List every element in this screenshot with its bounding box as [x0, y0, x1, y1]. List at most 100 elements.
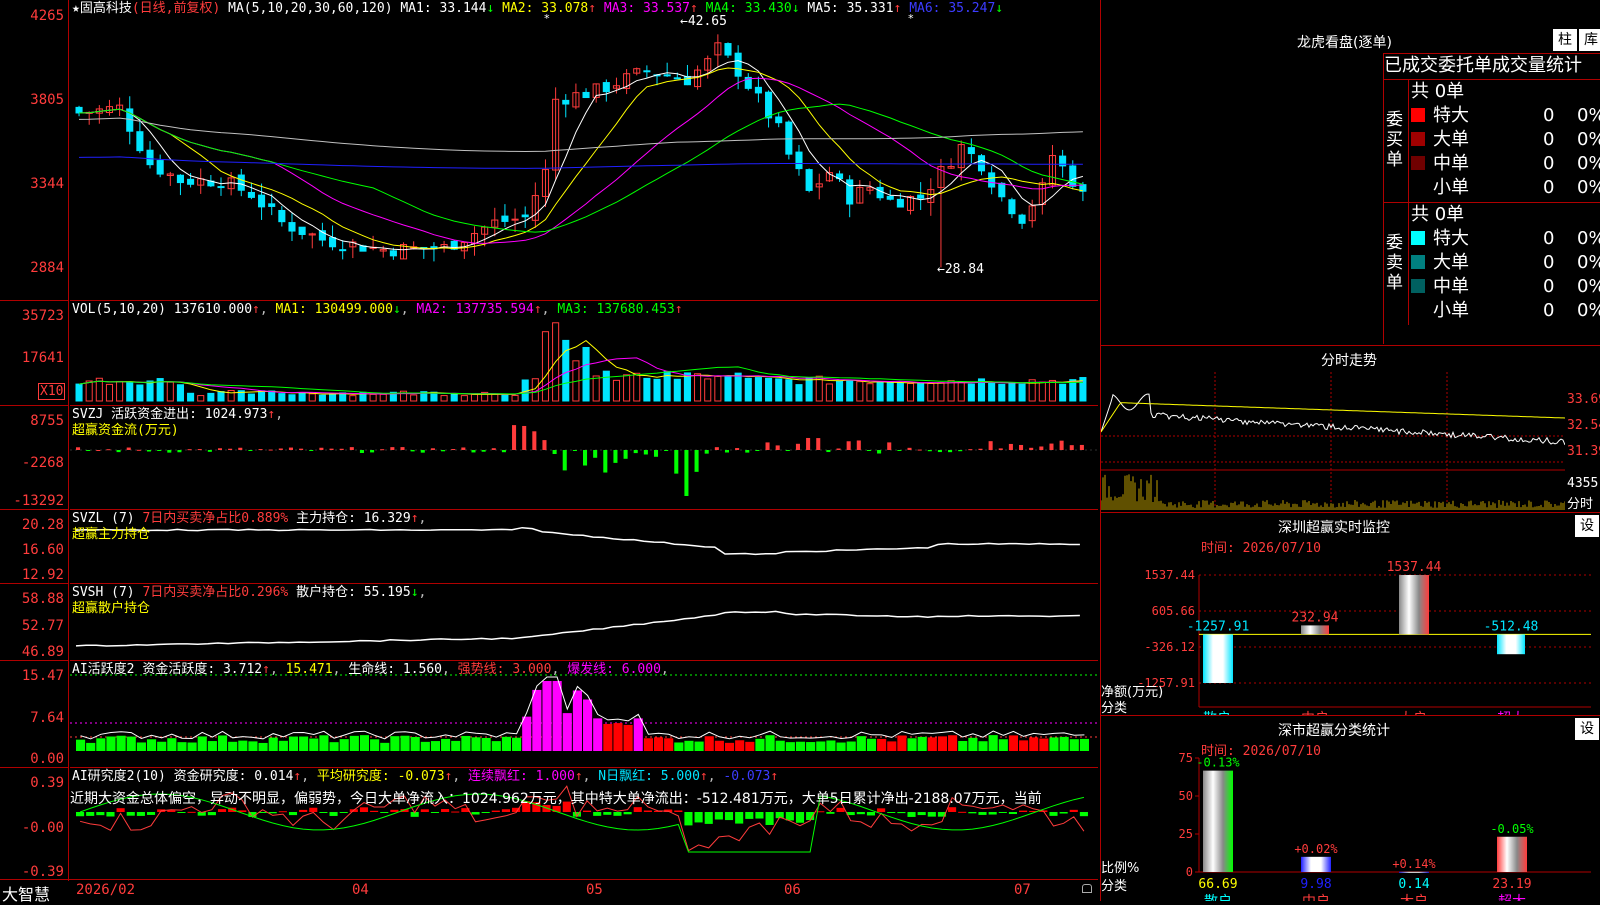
sz-monitor-title: 深圳超赢实时监控	[1278, 520, 1390, 536]
volume-bar	[278, 393, 286, 402]
flow-bar	[806, 437, 811, 450]
lhb-table: 已成交委托单成交量统计 委买单 共 0单 特大00% 大单00% 中单00% 小…	[1383, 53, 1600, 344]
flow-bar	[917, 449, 922, 451]
flow-bar	[461, 447, 466, 450]
flow-bar	[856, 440, 861, 450]
fenshi-panel[interactable]: 分时走势 33.69 32.54 31.39 4355 分时	[1100, 345, 1600, 513]
candle	[754, 86, 762, 94]
research-bar	[603, 812, 612, 815]
flow-bar	[704, 450, 709, 454]
research-bar	[390, 809, 399, 812]
activity-bar	[664, 738, 674, 751]
volume-bar	[1059, 383, 1067, 402]
buy-row-xl: 特大00%	[1411, 104, 1600, 128]
research-bar	[187, 811, 196, 813]
flow-bar	[978, 448, 983, 450]
sz-monitor-panel[interactable]: 深圳超赢实时监控 设 时间: 2026/07/10 1537.44 605.66-…	[1100, 512, 1600, 716]
y-tick: 605.66	[1152, 604, 1195, 618]
activity-bar	[998, 739, 1008, 751]
x-label: 05	[586, 882, 603, 898]
sz-monitor-chart[interactable]: 1537.44605.66-326.12-1257.91-1257.91散户23…	[1101, 535, 1600, 715]
volume-bar	[440, 395, 448, 402]
activity-bar	[968, 737, 978, 751]
ai1-axis: 15.47 7.64 0.00	[0, 660, 69, 768]
kline-chart[interactable]: * *	[70, 0, 1098, 299]
activity-bar	[1059, 736, 1069, 751]
svsh-axis: 58.88 52.77 46.89	[0, 583, 69, 661]
flow-bar	[258, 449, 263, 451]
activity-bar	[349, 735, 359, 751]
change-label: -0.05%	[1490, 822, 1534, 836]
activity-bar	[572, 690, 582, 751]
sz-monitor-settings-button[interactable]: 设	[1575, 515, 1599, 537]
volume-bar	[258, 390, 266, 402]
fenshi-vol-tick: 4355	[1567, 476, 1599, 491]
research-bar	[471, 812, 480, 815]
flow-bar	[816, 438, 821, 450]
flow-bar	[735, 448, 740, 450]
y-tick: 1537.44	[1144, 568, 1195, 582]
vol-panel[interactable]: VOL(5,10,20) 137610.000↑, MA1: 130499.00…	[70, 300, 1098, 405]
flow-bar	[1079, 444, 1084, 450]
ma-line-1	[78, 60, 1084, 251]
x-axis: 大智慧 2026/02 04 05 06 07	[0, 879, 1098, 904]
fenshi-chart[interactable]	[1101, 372, 1565, 512]
sz-class-xlabel: 分类	[1101, 879, 1128, 894]
activity-bar	[248, 741, 258, 751]
candle	[288, 222, 296, 232]
volume-bar	[1038, 381, 1046, 402]
lock-icon[interactable]	[1082, 884, 1092, 893]
vol-ma-line	[78, 357, 1083, 395]
candle	[176, 174, 184, 184]
stock-name[interactable]: 固高科技	[80, 1, 132, 16]
research-bar	[704, 812, 713, 824]
activity-bar	[694, 741, 704, 751]
flow-bar	[1059, 440, 1064, 450]
activity-bar	[197, 736, 207, 751]
flow-bar	[968, 449, 973, 451]
bar-mode-button[interactable]: 柱	[1553, 29, 1577, 51]
flow-bar	[795, 443, 800, 450]
ai2-panel[interactable]: AI研究度2(10) 资金研究度: 0.014↑, 平均研究度: -0.073↑…	[70, 767, 1098, 880]
activity-bar	[887, 741, 897, 751]
library-button[interactable]: 库	[1579, 29, 1600, 51]
volume-bar	[187, 392, 195, 402]
volume-bar	[836, 380, 844, 402]
activity-bar	[684, 740, 694, 751]
flow-bar	[846, 441, 851, 450]
flow-bar	[684, 450, 689, 496]
volume-bar	[126, 381, 134, 402]
star-icon[interactable]: ★	[72, 1, 80, 16]
svzl-panel[interactable]: SVZL (7) 7日内买卖净占比0.889% 主力持仓: 16.329↑, 超…	[70, 509, 1098, 583]
volume-bar	[582, 346, 590, 402]
kline-header: ★固高科技(日线,前复权) MA(5,10,20,30,60,120) MA1:…	[72, 1, 1004, 16]
research-bar	[785, 812, 794, 821]
volume-bar	[166, 381, 174, 402]
flow-bar	[187, 449, 192, 451]
svsh-panel[interactable]: SVSH (7) 7日内买卖净占比0.296% 散户持仓: 55.195↓, 超…	[70, 583, 1098, 660]
volume-bar	[886, 382, 894, 402]
candle	[643, 70, 651, 73]
candle	[1008, 199, 1016, 215]
flow-bar	[958, 450, 963, 452]
ai1-panel[interactable]: AI活跃度2 资金活跃度: 3.712↑, 15.471, 生命线: 1.560…	[70, 660, 1098, 767]
sz-class-chart[interactable]: 7550250-0.13%66.69散户+0.02%9.98中户+0.14%0.…	[1101, 736, 1600, 901]
candle	[187, 178, 195, 185]
stock-mode[interactable]: (日线,前复权)	[132, 1, 220, 16]
activity-bar	[370, 739, 380, 751]
kline-panel[interactable]: * * ★固高科技(日线,前复权) MA(5,10,20,30,60,120) M…	[70, 0, 1098, 299]
sell-row-xl: 特大00%	[1411, 227, 1600, 251]
volume-bar	[369, 393, 377, 402]
research-bar	[1079, 812, 1088, 817]
research-bar	[958, 811, 967, 813]
svzj-panel[interactable]: SVZJ 活跃资金进出: 1024.973↑, 超赢资金流(万元)	[70, 405, 1098, 509]
activity-bar	[755, 738, 765, 751]
sz-class-panel[interactable]: 深市超赢分类统计 设 时间: 2026/07/10 75 50 25 0 -0.13% 6…	[1100, 715, 1600, 901]
research-bar	[907, 812, 916, 817]
activity-bar	[329, 742, 339, 751]
activity-bar	[714, 740, 724, 751]
activity-bar	[278, 740, 288, 751]
research-bar	[613, 812, 622, 816]
price-tick: 3805	[30, 92, 64, 108]
volume-bar	[876, 381, 884, 402]
